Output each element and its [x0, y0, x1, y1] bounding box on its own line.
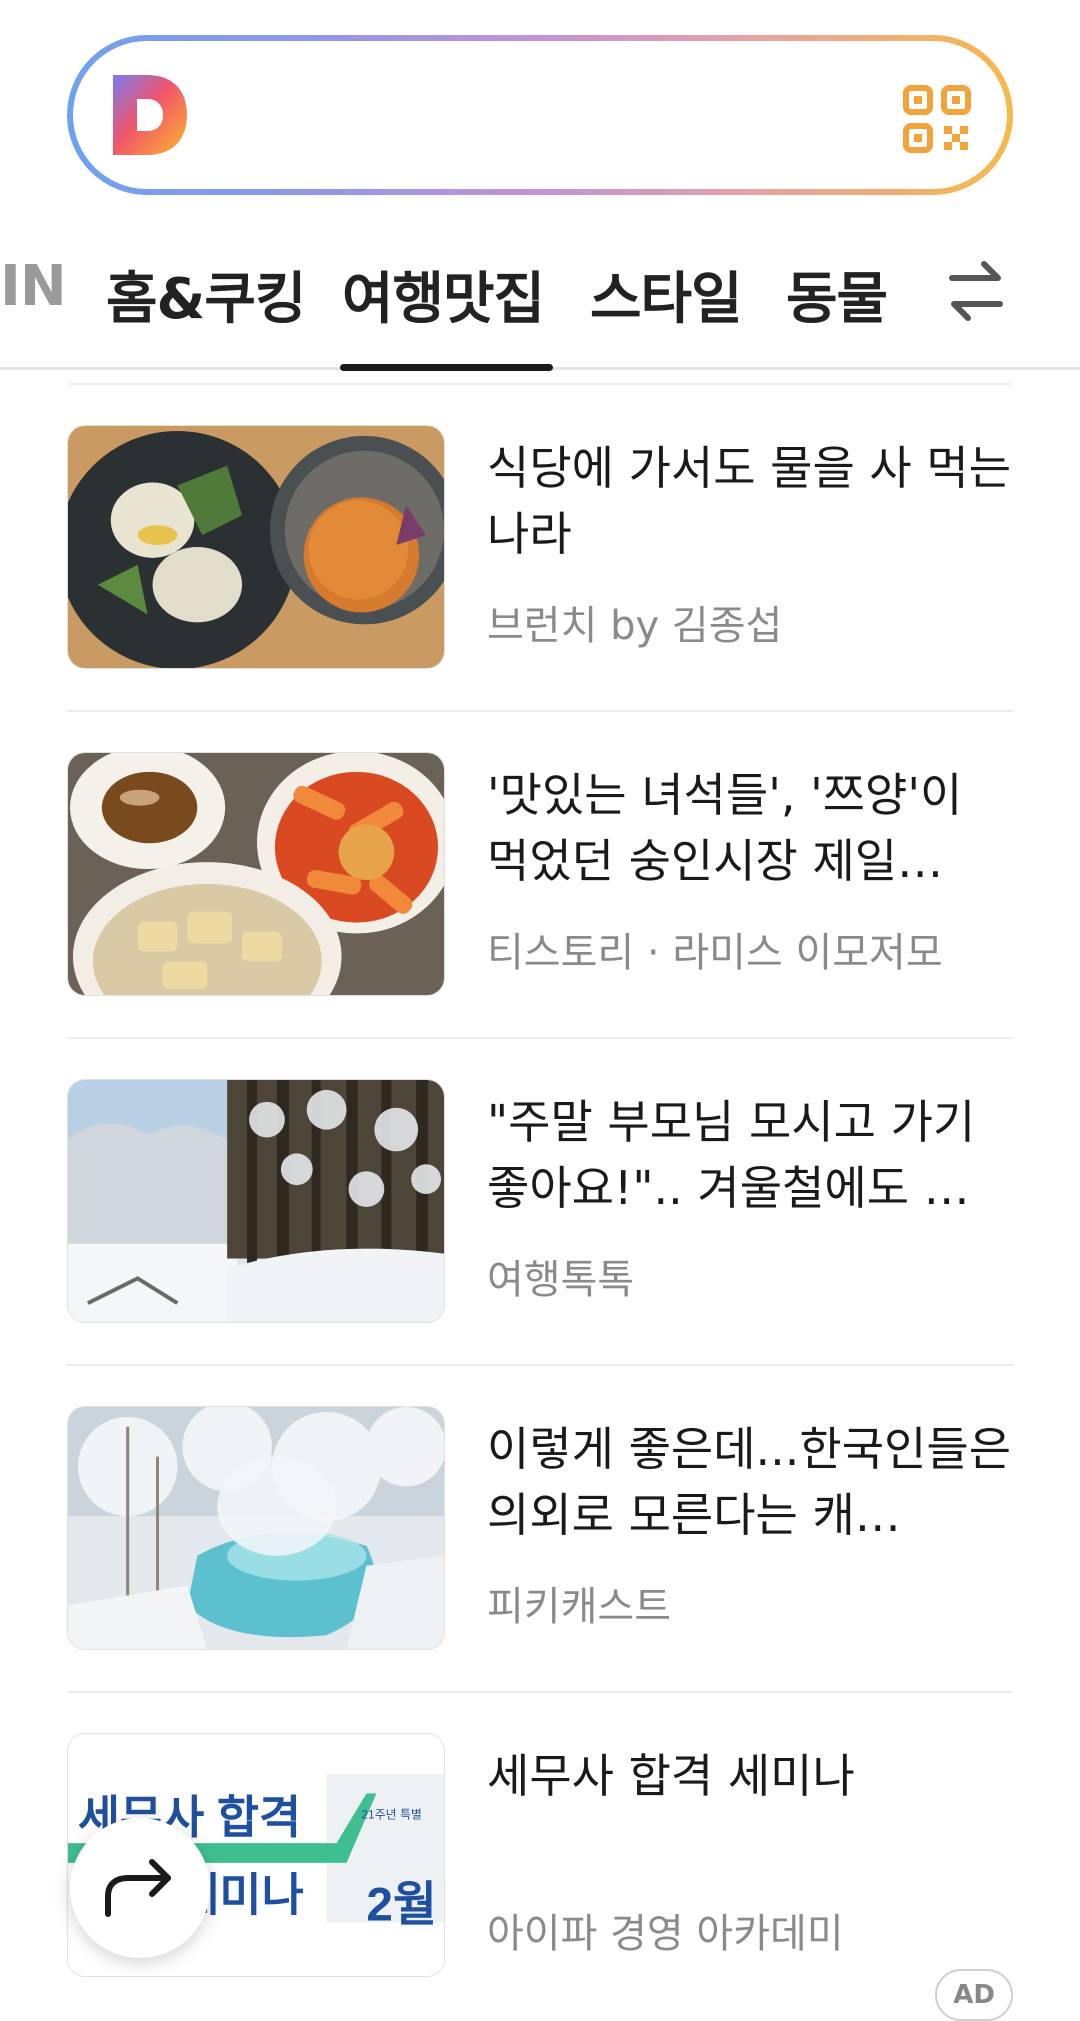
divider — [67, 1364, 1013, 1366]
list-item[interactable]: 이렇게 좋은데...한국인들은 의외로 모른다는 캐… 피키캐스트 — [67, 1406, 1013, 1650]
hot-spring-snow-photo — [67, 1406, 445, 1650]
list-item[interactable]: '맛있는 녀석들', '쯔양'이 먹었던 숭인시장 제일… 티스토리 · 라미스… — [67, 752, 1013, 996]
divider — [67, 710, 1013, 712]
divider — [67, 1037, 1013, 1039]
search-bar-inner[interactable] — [73, 41, 1007, 189]
tteokbokki-photo — [67, 752, 445, 996]
list-item[interactable]: 식당에 가서도 물을 사 먹는 나라 브런치 by 김종섭 — [67, 425, 1013, 669]
snowy-forest-photo — [67, 1079, 445, 1323]
item-source: 여행톡톡 — [487, 1257, 635, 1303]
item-title[interactable]: 이렇게 좋은데...한국인들은 의외로 모른다는 캐… — [487, 1416, 1013, 1548]
divider — [67, 383, 1013, 385]
tab-animal[interactable]: 동물 — [786, 254, 888, 335]
tab-travel-food[interactable]: 여행맛집 — [342, 254, 545, 335]
category-tabs: IN 홈&쿠킹 여행맛집 스타일 동물 — [0, 240, 1080, 371]
share-button[interactable] — [70, 1818, 210, 1958]
ad-list-item[interactable]: 세무사 합격 세미나 2월 21주년 특별 세무사 합격 세미나 아이파 경영 … — [67, 1733, 1013, 2021]
item-title[interactable]: 세무사 합격 세미나 — [487, 1743, 1013, 1809]
ad-banner-month: 2월 — [366, 1879, 436, 1932]
daum-logo — [113, 75, 187, 155]
ad-banner-small: 21주년 특별 — [361, 1807, 421, 1821]
item-title[interactable]: '맛있는 녀석들', '쯔양'이 먹었던 숭인시장 제일… — [487, 762, 1013, 894]
item-source: 아이파 경영 아카데미 — [487, 1911, 844, 1957]
item-source: 티스토리 · 라미스 이모저모 — [487, 930, 943, 976]
search-bar[interactable] — [67, 35, 1013, 195]
tab-in[interactable]: IN — [0, 254, 67, 319]
item-title[interactable]: 식당에 가서도 물을 사 먹는 나라 — [487, 435, 1013, 567]
item-title[interactable]: "주말 부모님 모시고 가기 좋아요!".. 겨울철에도 … — [487, 1089, 1013, 1221]
list-item[interactable]: "주말 부모님 모시고 가기 좋아요!".. 겨울철에도 … 여행톡톡 — [67, 1079, 1013, 1323]
qr-code-icon[interactable] — [903, 85, 971, 153]
tab-home-cooking[interactable]: 홈&쿠킹 — [106, 254, 306, 335]
swap-arrows-icon[interactable] — [944, 256, 1008, 326]
brunch-food-photo — [67, 425, 445, 669]
share-arrow-icon — [105, 1859, 171, 1917]
divider — [67, 1691, 1013, 1693]
item-source: 피키캐스트 — [487, 1584, 671, 1630]
ad-badge: AD — [935, 1969, 1013, 2021]
item-source: 브런치 by 김종섭 — [487, 603, 783, 649]
tab-style[interactable]: 스타일 — [590, 254, 743, 335]
active-tab-indicator — [340, 364, 553, 371]
